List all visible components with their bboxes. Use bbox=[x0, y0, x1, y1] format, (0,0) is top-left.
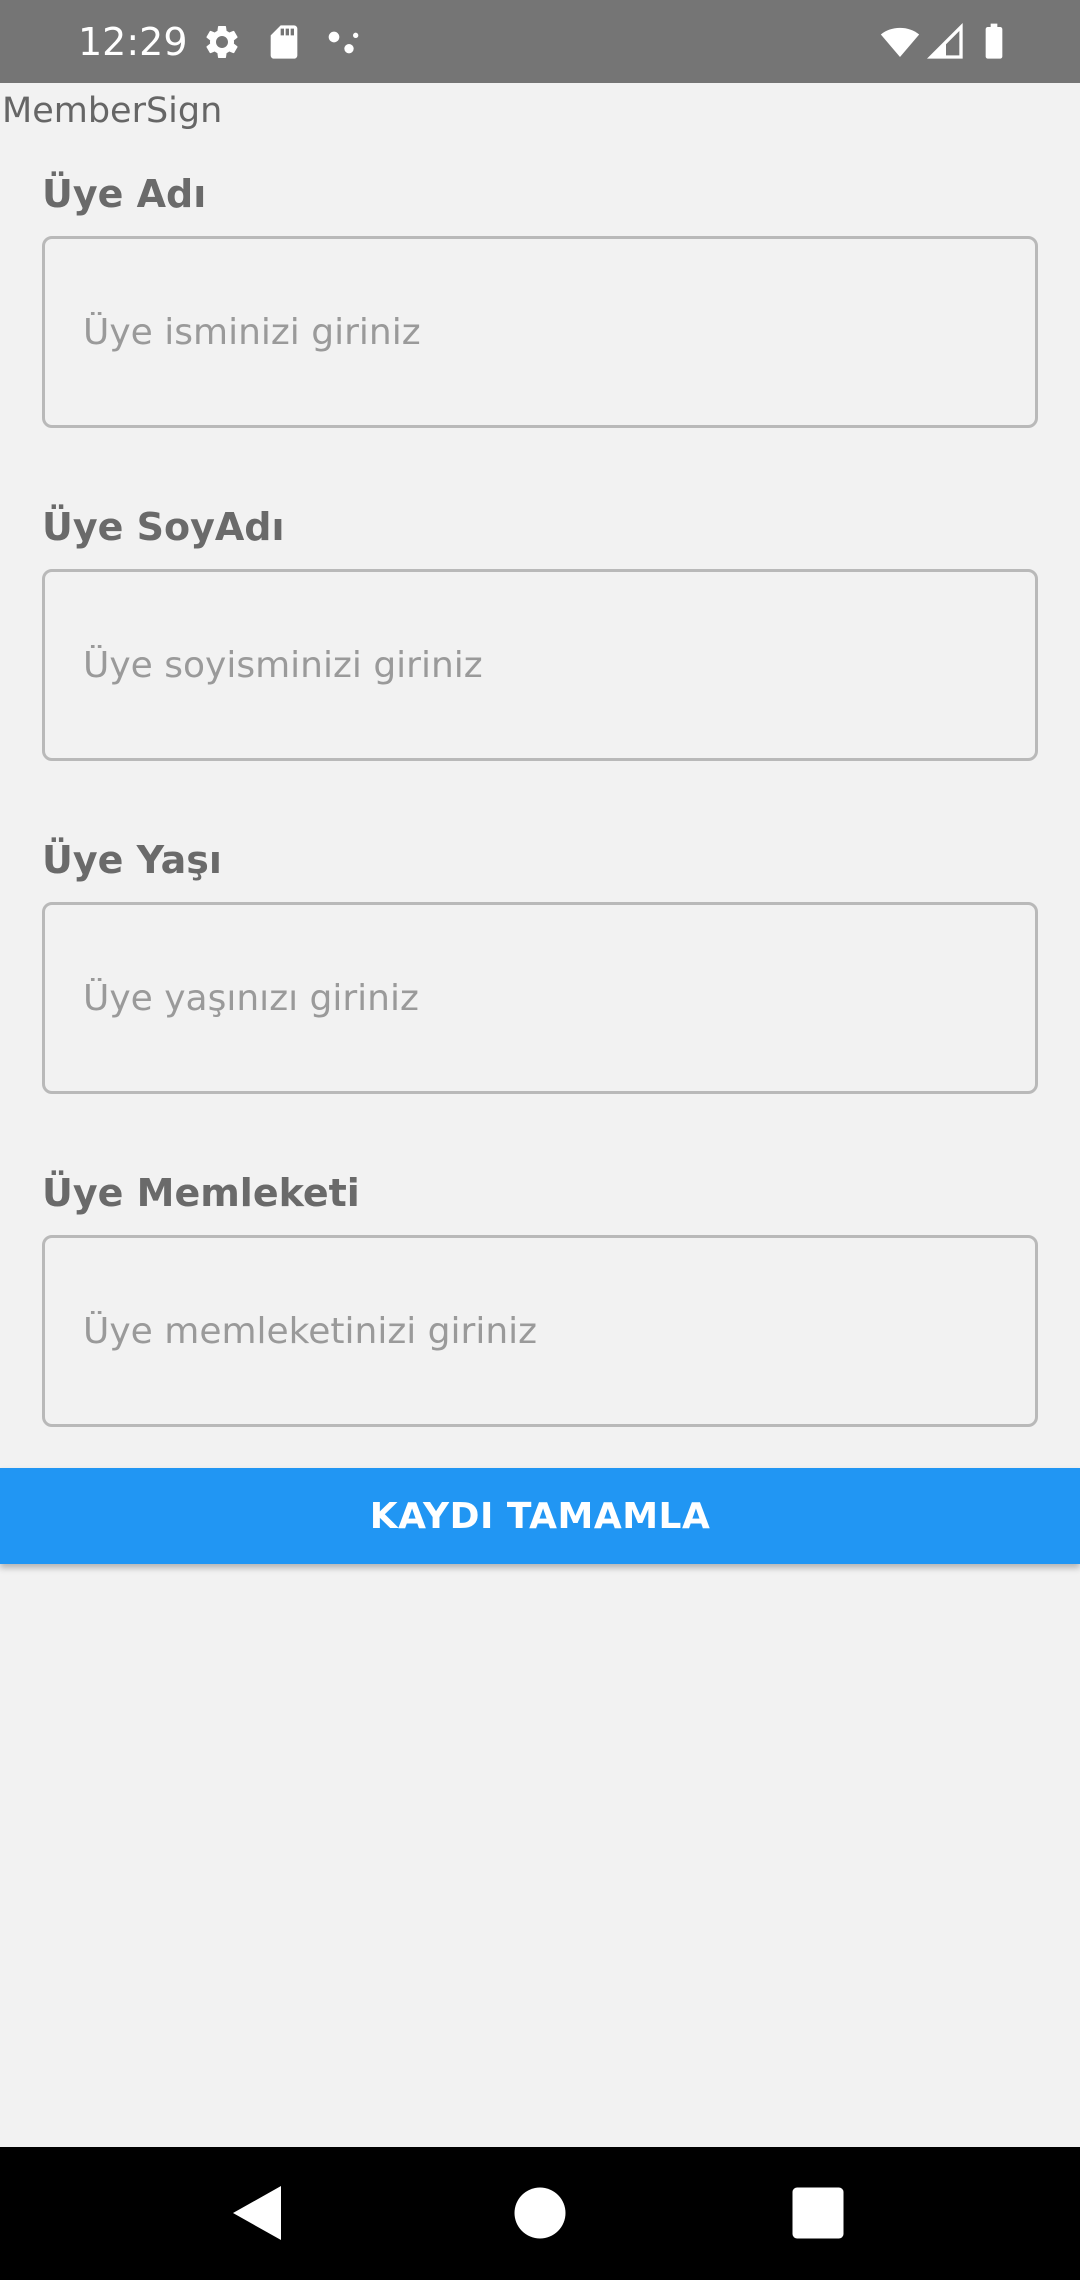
wifi-icon bbox=[880, 27, 920, 57]
member-surname-label: Üye SoyAdı bbox=[42, 505, 285, 549]
recents-icon[interactable] bbox=[782, 2177, 854, 2249]
member-name-label: Üye Adı bbox=[42, 172, 207, 216]
member-surname-input[interactable] bbox=[42, 569, 1038, 761]
home-icon[interactable] bbox=[504, 2177, 576, 2249]
member-hometown-label: Üye Memleketi bbox=[42, 1171, 360, 1215]
sd-card-icon bbox=[270, 25, 298, 59]
app-label: MemberSign bbox=[2, 91, 223, 131]
member-name-input[interactable] bbox=[42, 236, 1038, 428]
cell-signal-icon bbox=[926, 22, 963, 59]
gear-icon bbox=[206, 25, 238, 58]
member-hometown-input[interactable] bbox=[42, 1235, 1038, 1427]
back-icon[interactable] bbox=[224, 2177, 296, 2249]
member-age-input[interactable] bbox=[42, 902, 1038, 1094]
dots-icon bbox=[328, 31, 359, 54]
battery-icon bbox=[985, 23, 1003, 59]
member-age-label: Üye Yaşı bbox=[42, 838, 222, 882]
status-time: 12:29 bbox=[78, 20, 188, 64]
navigation-bar bbox=[0, 2147, 1080, 2280]
screen: 12:29 MemberSign Üye Adı Üye isminizi gi… bbox=[0, 0, 1080, 2280]
complete-registration-button[interactable]: KAYDI TAMAMLA bbox=[0, 1468, 1080, 1564]
status-bar: 12:29 bbox=[0, 0, 1080, 83]
